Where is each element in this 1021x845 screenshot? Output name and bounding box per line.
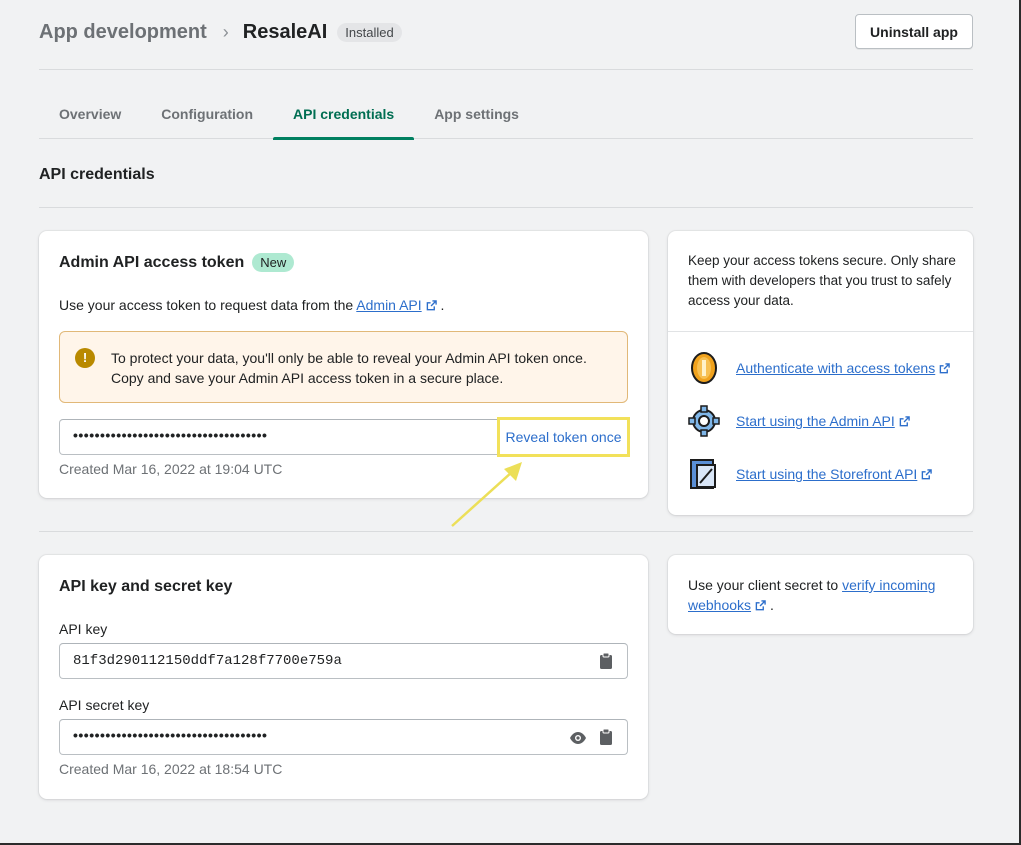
section-title: API credentials bbox=[39, 166, 155, 183]
tab-overview[interactable]: Overview bbox=[39, 90, 141, 139]
external-link-icon bbox=[939, 362, 951, 373]
clipboard-icon[interactable] bbox=[597, 728, 615, 746]
admin-api-link[interactable]: Admin API bbox=[356, 297, 421, 313]
tab-bar: Overview Configuration API credentials A… bbox=[39, 90, 973, 140]
api-secret-label: API secret key bbox=[59, 697, 150, 713]
api-secret-field[interactable]: •••••••••••••••••••••••••••••••••••• bbox=[59, 719, 628, 755]
resources-card: Keep your access tokens secure. Only sha… bbox=[668, 231, 973, 515]
reveal-token-button[interactable]: Reveal token once bbox=[497, 417, 630, 457]
tab-app-settings[interactable]: App settings bbox=[414, 90, 539, 139]
resource-item: Start using the Admin API bbox=[688, 404, 910, 438]
webhook-text: Use your client secret to verify incomin… bbox=[688, 575, 958, 615]
admin-token-card: Admin API access token New Use your acce… bbox=[39, 231, 648, 498]
external-link-icon bbox=[922, 468, 933, 479]
uninstall-app-button[interactable]: Uninstall app bbox=[855, 14, 973, 49]
tab-api-credentials[interactable]: API credentials bbox=[273, 90, 415, 140]
warning-banner: ! To protect your data, you'll only be a… bbox=[59, 331, 628, 403]
chevron-right-icon: › bbox=[222, 21, 229, 42]
status-badge: Installed bbox=[337, 22, 402, 42]
divider bbox=[39, 207, 973, 208]
page-title: ResaleAI bbox=[242, 20, 328, 43]
api-keys-card: API key and secret key API key 81f3d2901… bbox=[39, 555, 648, 799]
eye-icon[interactable] bbox=[569, 729, 587, 747]
page-header: App development › ResaleAI Installed Uni… bbox=[39, 14, 973, 70]
warning-text: To protect your data, you'll only be abl… bbox=[111, 350, 587, 386]
resource-item: Start using the Storefront API bbox=[688, 457, 933, 491]
gear-icon bbox=[688, 405, 720, 437]
authenticate-tokens-link[interactable]: Authenticate with access tokens bbox=[736, 360, 935, 376]
new-badge: New bbox=[252, 253, 295, 272]
webhook-text-prefix: Use your client secret to bbox=[688, 577, 839, 593]
masked-token: •••••••••••••••••••••••••••••••••••• bbox=[73, 427, 268, 443]
storefront-api-docs-link[interactable]: Start using the Storefront API bbox=[736, 466, 917, 482]
token-created-text: Created Mar 16, 2022 at 19:04 UTC bbox=[59, 461, 283, 477]
external-link-icon bbox=[426, 300, 437, 311]
masked-secret: •••••••••••••••••••••••••••••••••••• bbox=[73, 727, 268, 743]
api-key-value: 81f3d290112150ddf7a128f7700e759a bbox=[73, 653, 342, 669]
key-created-text: Created Mar 16, 2022 at 18:54 UTC bbox=[59, 761, 283, 777]
warning-icon: ! bbox=[75, 348, 95, 368]
resource-item: Authenticate with access tokens bbox=[688, 351, 951, 385]
description-suffix: . bbox=[440, 297, 445, 313]
card-title: Admin API access token bbox=[59, 253, 245, 271]
admin-api-docs-link[interactable]: Start using the Admin API bbox=[736, 413, 895, 429]
annotation-arrow-icon bbox=[451, 462, 522, 527]
card-description: Use your access token to request data fr… bbox=[59, 297, 444, 313]
clipboard-icon[interactable] bbox=[597, 652, 615, 670]
webhook-text-suffix: . bbox=[769, 597, 774, 613]
api-key-field[interactable]: 81f3d290112150ddf7a128f7700e759a bbox=[59, 643, 628, 679]
breadcrumb: App development › ResaleAI Installed bbox=[39, 20, 402, 44]
webhook-card: Use your client secret to verify incomin… bbox=[668, 555, 973, 634]
card-title: API key and secret key bbox=[59, 578, 233, 595]
card-header: API key and secret key bbox=[59, 578, 232, 596]
tab-configuration[interactable]: Configuration bbox=[141, 90, 273, 139]
coin-icon bbox=[691, 352, 717, 384]
description-text: Use your access token to request data fr… bbox=[59, 297, 354, 313]
security-tip-text: Keep your access tokens secure. Only sha… bbox=[688, 253, 956, 308]
api-key-label: API key bbox=[59, 621, 108, 637]
storefront-icon bbox=[690, 459, 716, 489]
card-header: Admin API access token New bbox=[59, 253, 295, 272]
external-link-icon bbox=[899, 415, 910, 426]
breadcrumb-parent-link[interactable]: App development bbox=[39, 21, 207, 44]
external-link-icon bbox=[755, 600, 766, 611]
divider bbox=[668, 331, 973, 332]
